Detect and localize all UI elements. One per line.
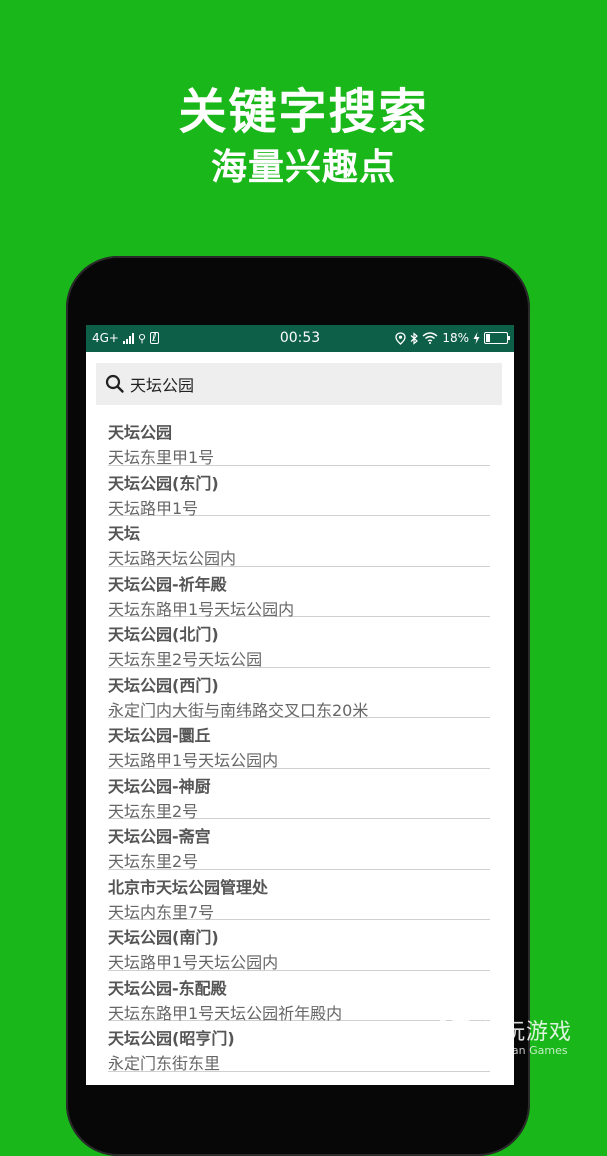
result-item[interactable]: 北京市天坛公园管理处 天坛内东里7号 — [108, 870, 490, 922]
search-input[interactable]: 天坛公园 — [130, 372, 194, 396]
result-name: 天坛公园-神厨 — [108, 776, 211, 796]
result-item[interactable]: 天坛公园(北门) 天坛东里2号天坛公园 — [108, 617, 490, 669]
result-name: 天坛公园(北门) — [108, 625, 219, 644]
battery-fill — [486, 334, 490, 342]
result-name: 天坛公园-东配殿 — [108, 978, 227, 998]
result-item[interactable]: 天坛天坛路天坛公园内 — [108, 516, 490, 568]
result-address: 天坛东里2号天坛公园 — [108, 650, 263, 669]
result-name: 天坛公园 — [108, 423, 173, 442]
location-icon — [395, 331, 406, 345]
result-name: 天坛公园-斋宫 — [108, 827, 211, 846]
search-icon[interactable] — [104, 373, 126, 395]
result-address: 天坛路甲1号天坛公园内 — [108, 751, 279, 770]
result-name: 天坛公园(西门) — [108, 675, 219, 695]
result-address: 天坛东里2号 — [108, 801, 199, 821]
charging-icon — [473, 332, 480, 344]
search-box[interactable]: 天坛公园 — [96, 363, 502, 405]
result-name: 天坛公园(南门) — [108, 928, 219, 947]
promo-subtitle: 海量兴趣点 — [210, 147, 396, 188]
battery-percent: 18% — [442, 331, 469, 345]
result-address: 永定门东街东里 — [108, 1054, 221, 1073]
watermark: 仍玩游戏 Renwan Games — [428, 1010, 607, 1070]
battery-icon — [484, 332, 510, 344]
status-bar-right: 18% — [395, 331, 510, 345]
result-item[interactable]: 天坛公园天坛东里甲1号 — [108, 415, 490, 467]
result-name: 天坛公园-祈年殿 — [108, 574, 227, 594]
result-item[interactable]: 天坛公园-神厨 天坛东里2号 — [108, 769, 490, 821]
watermark-name: 仍玩游戏 — [480, 1020, 573, 1045]
result-address: 天坛路甲1号 — [108, 498, 199, 518]
result-item[interactable]: 天坛公园(东门) 天坛路甲1号 — [108, 466, 490, 518]
result-name: 天坛 — [108, 524, 141, 543]
result-item[interactable]: 天坛公园-斋宫 天坛东里2号 — [108, 819, 490, 871]
status-bar: 4G+ ⚲ ℓ 00:53 18% — [86, 325, 514, 352]
result-list: 天坛公园 天坛东里甲1号 天坛公园(东门) 天坛路甲1号 天坛 天坛路天坛公园内 天坛公园-… — [86, 415, 514, 1073]
result-name: 天坛公园-圜丘 — [108, 726, 211, 745]
result-item[interactable]: 天坛公园(西门) 永定门内大街与南纬路交叉口东20米 — [108, 668, 490, 720]
result-name: 北京市天坛公园管理处 — [108, 877, 269, 897]
bluetooth-icon — [410, 331, 419, 345]
result-address: 天坛东里2号 — [108, 852, 199, 871]
result-name: 天坛公园(昭亨门) — [108, 1029, 235, 1048]
result-name: 天坛公园(东门) — [108, 473, 219, 493]
result-item[interactable]: 天坛公园-祈年殿天坛东路甲1号天坛公园内 — [108, 567, 490, 619]
logo-icon — [440, 1018, 470, 1054]
watermark-subtitle: Renwan Games — [482, 1044, 568, 1057]
result-address: 天坛东路甲1号天坛公园祈年殿内 — [108, 1003, 343, 1023]
wifi-icon — [422, 332, 438, 344]
phone-screen: 4G+ ⚲ ℓ 00:53 18% 天坛公园 天坛公园天坛东里甲1号 天坛公园(东… — [86, 325, 514, 1085]
result-address: 天坛路甲1号天坛公园内 — [108, 953, 279, 972]
result-item[interactable]: 天坛公园(南门) 天坛路甲1号天坛公园内 — [108, 920, 490, 972]
result-address: 天坛路天坛公园内 — [108, 549, 237, 568]
result-address: 天坛内东里7号 — [108, 902, 215, 922]
result-address: 天坛东路甲1号天坛公园内 — [108, 599, 295, 619]
result-item[interactable]: 天坛公园-圜丘天坛路甲1号天坛公园内 — [108, 718, 490, 770]
promo-title: 关键字搜索 — [178, 84, 429, 140]
result-address: 天坛东里甲1号 — [108, 448, 215, 467]
result-address: 永定门内大街与南纬路交叉口东20米 — [108, 700, 369, 720]
